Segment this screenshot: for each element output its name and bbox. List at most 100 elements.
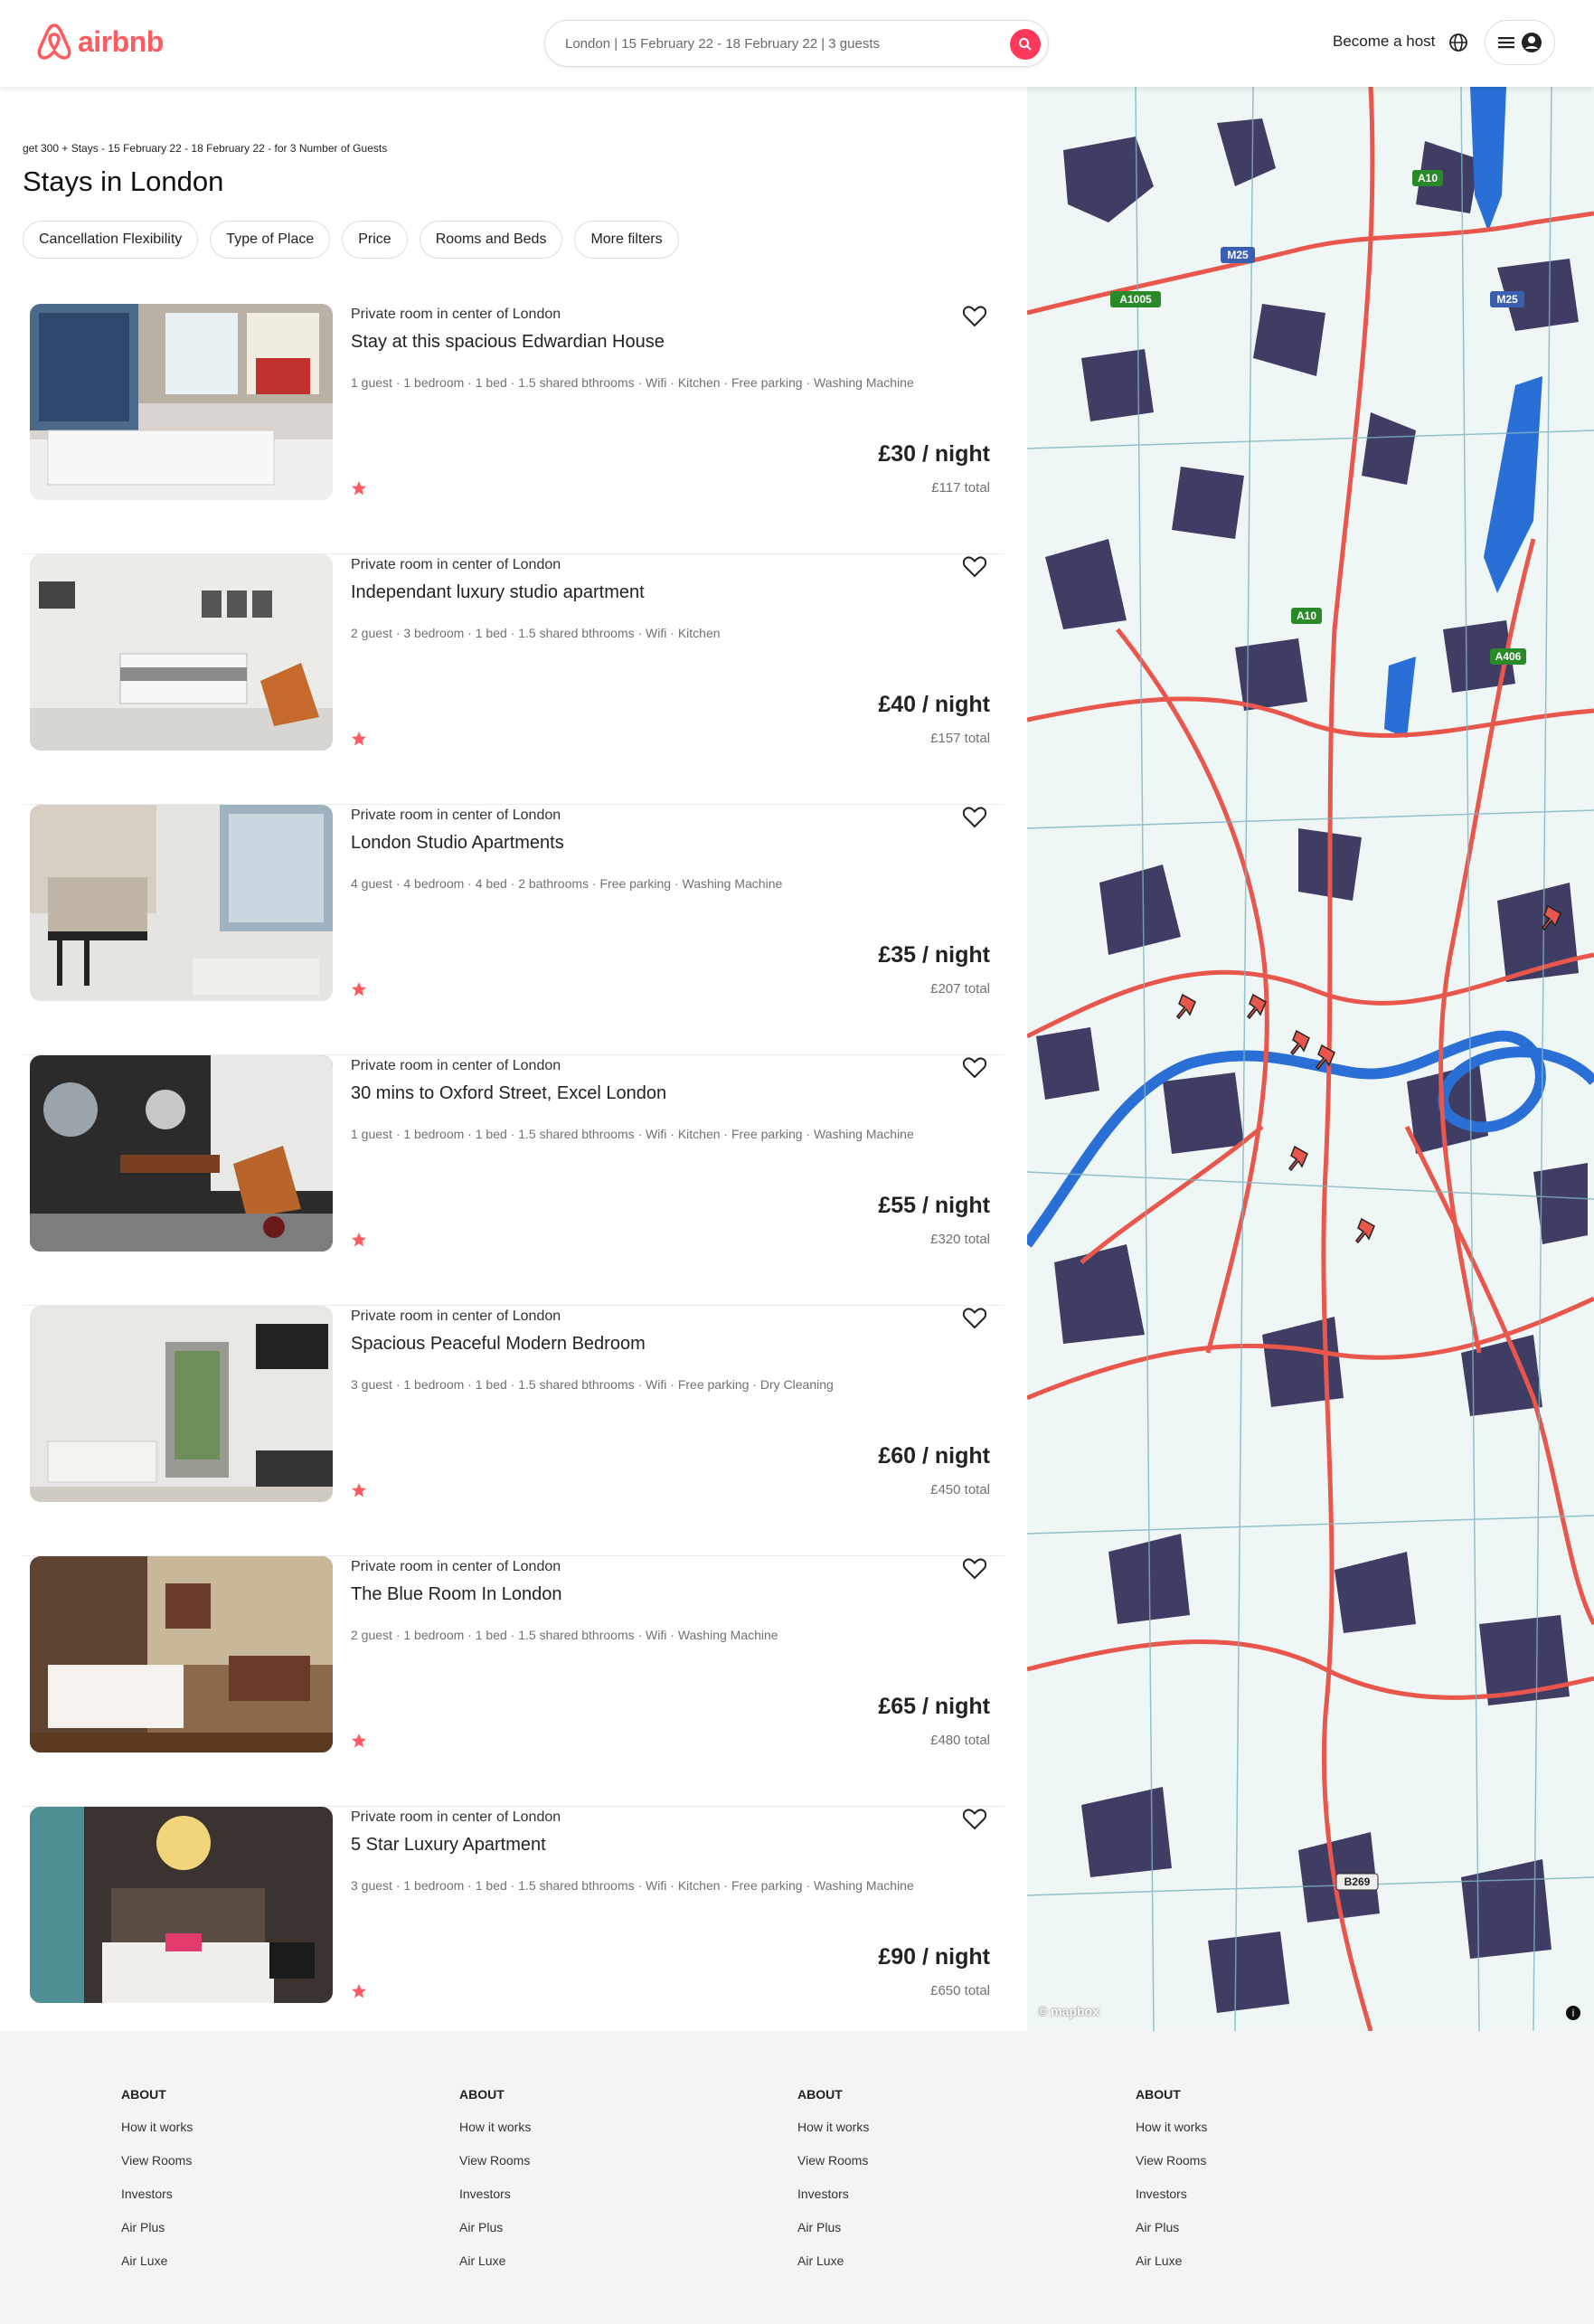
road-label: A1005 <box>1119 293 1152 306</box>
footer-link[interactable]: Air Plus <box>121 2220 193 2234</box>
top-navbar: airbnb London | 15 February 22 - 18 Febr… <box>0 0 1594 87</box>
footer-link[interactable]: Investors <box>797 2187 869 2201</box>
footer-link[interactable]: View Rooms <box>1136 2153 1207 2168</box>
search-bar[interactable]: London | 15 February 22 - 18 February 22… <box>544 20 1049 67</box>
listing-amenities: 4 guest · 4 bedroom · 4 bed · 2 bathroom… <box>351 876 783 891</box>
user-menu-button[interactable] <box>1485 20 1555 65</box>
heart-icon[interactable] <box>963 1308 986 1329</box>
listing-price: £35 / night <box>878 942 990 968</box>
footer-link[interactable]: Investors <box>121 2187 193 2201</box>
listing-card[interactable]: Private room in center of London Indepen… <box>23 554 1005 805</box>
listing-title[interactable]: The Blue Room In London <box>351 1584 562 1605</box>
search-button[interactable] <box>1010 29 1041 60</box>
listing-type: Private room in center of London <box>351 307 561 322</box>
footer-link[interactable]: Investors <box>459 2187 531 2201</box>
footer-heading: ABOUT <box>459 2087 505 2102</box>
road-label: B269 <box>1344 1875 1371 1888</box>
footer-link[interactable]: Air Luxe <box>121 2253 193 2268</box>
footer-column: ABOUT How it works View Rooms Investors … <box>459 2087 531 2287</box>
airbnb-logo[interactable]: airbnb <box>36 22 164 61</box>
heart-icon[interactable] <box>963 1558 986 1580</box>
star-icon <box>352 481 366 496</box>
heart-icon[interactable] <box>963 807 986 828</box>
listing-photo[interactable] <box>30 554 333 751</box>
listing-type: Private room in center of London <box>351 1809 561 1825</box>
listing-price: £40 / night <box>878 692 990 717</box>
heart-icon[interactable] <box>963 1809 986 1830</box>
footer-column: ABOUT How it works View Rooms Investors … <box>121 2087 193 2287</box>
filter-cancellation-flexibility[interactable]: Cancellation Flexibility <box>23 221 199 259</box>
star-icon <box>352 1483 366 1497</box>
map[interactable]: A10 M25 A1005 M25 A10 A406 B269 <box>1027 87 1594 2031</box>
heart-icon[interactable] <box>963 1057 986 1079</box>
listing-total: £480 total <box>930 1733 990 1748</box>
footer-link[interactable]: How it works <box>459 2120 531 2134</box>
footer-link[interactable]: Air Luxe <box>797 2253 869 2268</box>
filter-type-of-place[interactable]: Type of Place <box>210 221 331 259</box>
listing-amenities: 2 guest · 3 bedroom · 1 bed · 1.5 shared… <box>351 626 721 640</box>
listing-photo[interactable] <box>30 1306 333 1502</box>
listing-card[interactable]: Private room in center of London London … <box>23 805 1005 1055</box>
footer-heading: ABOUT <box>121 2087 166 2102</box>
road-label: A10 <box>1418 172 1438 184</box>
brand-name: airbnb <box>78 24 164 58</box>
road-label: M25 <box>1496 293 1518 306</box>
listing-title[interactable]: London Studio Apartments <box>351 833 564 854</box>
heart-icon[interactable] <box>963 556 986 578</box>
become-host-link[interactable]: Become a host <box>1333 33 1435 51</box>
footer-link[interactable]: Air Plus <box>459 2220 531 2234</box>
listing-card[interactable]: Private room in center of London Stay at… <box>23 304 1005 554</box>
heart-icon[interactable] <box>963 306 986 327</box>
footer-column: ABOUT How it works View Rooms Investors … <box>797 2087 869 2287</box>
airbnb-logo-icon <box>37 24 71 60</box>
filter-more-filters[interactable]: More filters <box>574 221 679 259</box>
road-label: A406 <box>1495 650 1522 663</box>
listing-photo[interactable] <box>30 805 333 1001</box>
hamburger-icon <box>1498 37 1514 49</box>
footer-link[interactable]: Investors <box>1136 2187 1207 2201</box>
globe-icon[interactable] <box>1448 33 1468 52</box>
listing-amenities: 2 guest · 1 bedroom · 1 bed · 1.5 shared… <box>351 1628 778 1642</box>
listing-title[interactable]: Spacious Peaceful Modern Bedroom <box>351 1334 646 1355</box>
listing-type: Private room in center of London <box>351 1559 561 1574</box>
footer-link[interactable]: How it works <box>121 2120 193 2134</box>
footer-link[interactable]: View Rooms <box>459 2153 531 2168</box>
star-icon <box>352 732 366 746</box>
star-icon <box>352 1233 366 1247</box>
listing-type: Private room in center of London <box>351 808 561 823</box>
footer-link[interactable]: Air Luxe <box>1136 2253 1207 2268</box>
listing-total: £117 total <box>931 480 990 496</box>
map-attribution: © mapbox <box>1038 2004 1099 2018</box>
footer-link[interactable]: View Rooms <box>121 2153 193 2168</box>
listing-photo[interactable] <box>30 1055 333 1252</box>
filter-rooms-and-beds[interactable]: Rooms and Beds <box>419 221 563 259</box>
listing-card[interactable]: Private room in center of London 30 mins… <box>23 1055 1005 1306</box>
filter-price[interactable]: Price <box>342 221 408 259</box>
footer-link[interactable]: Air Luxe <box>459 2253 531 2268</box>
listing-card[interactable]: Private room in center of London The Blu… <box>23 1556 1005 1807</box>
listing-photo[interactable] <box>30 1807 333 2003</box>
listing-title[interactable]: Stay at this spacious Edwardian House <box>351 332 665 353</box>
listing-total: £207 total <box>930 981 990 997</box>
listing-title[interactable]: Independant luxury studio apartment <box>351 582 645 603</box>
footer-link[interactable]: Air Plus <box>797 2220 869 2234</box>
footer-link[interactable]: How it works <box>1136 2120 1207 2134</box>
star-icon <box>352 1734 366 1748</box>
listing-amenities: 3 guest · 1 bedroom · 1 bed · 1.5 shared… <box>351 1878 914 1893</box>
avatar-icon <box>1522 33 1542 52</box>
listing-price: £55 / night <box>878 1193 990 1218</box>
footer-link[interactable]: Air Plus <box>1136 2220 1207 2234</box>
listing-photo[interactable] <box>30 304 333 500</box>
footer-link[interactable]: How it works <box>797 2120 869 2134</box>
listing-type: Private room in center of London <box>351 1308 561 1324</box>
listing-photo[interactable] <box>30 1556 333 1752</box>
footer-link[interactable]: View Rooms <box>797 2153 869 2168</box>
listing-title[interactable]: 5 Star Luxury Apartment <box>351 1835 546 1856</box>
listing-type: Private room in center of London <box>351 557 561 572</box>
search-summary[interactable]: London | 15 February 22 - 18 February 22… <box>565 36 880 52</box>
listing-card[interactable]: Private room in center of London 5 Star … <box>23 1807 1005 2057</box>
listing-card[interactable]: Private room in center of London Spaciou… <box>23 1306 1005 1556</box>
listing-title[interactable]: 30 mins to Oxford Street, Excel London <box>351 1083 666 1104</box>
info-icon[interactable]: i <box>1566 2006 1580 2020</box>
star-icon <box>352 982 366 997</box>
